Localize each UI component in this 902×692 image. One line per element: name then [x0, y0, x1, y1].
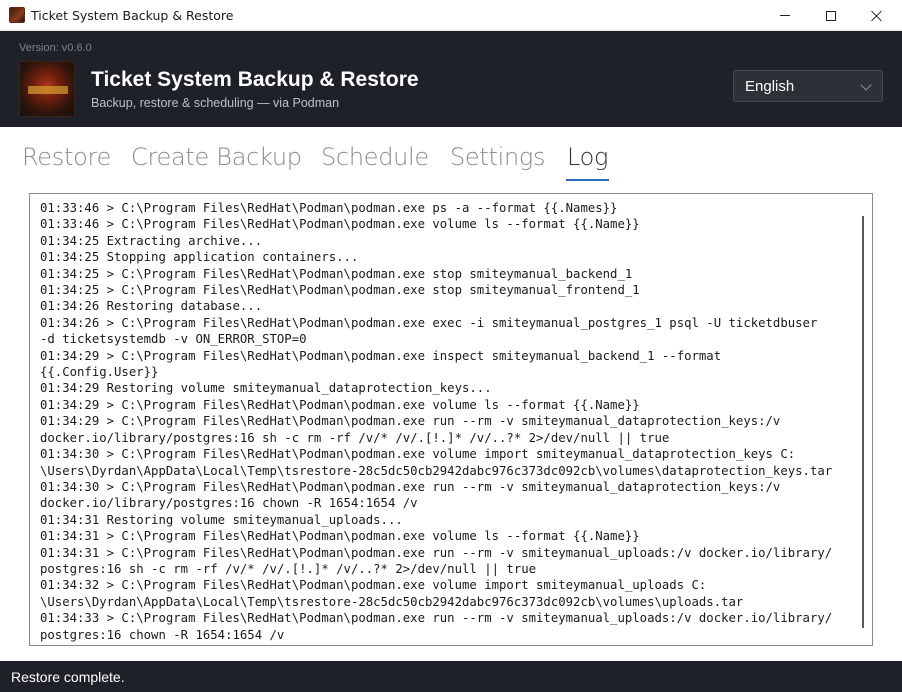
app-header: Version: v0.6.0 Ticket System Backup & R…: [0, 31, 902, 127]
log-line: 01:34:29 Restoring volume smiteymanual_d…: [40, 381, 492, 396]
log-line: 01:34:29 > C:\Program Files\RedHat\Podma…: [40, 414, 781, 429]
log-line: 01:34:31 > C:\Program Files\RedHat\Podma…: [40, 545, 833, 560]
log-line: 01:34:25 Stopping application containers…: [40, 250, 359, 265]
window-titlebar: Ticket System Backup & Restore: [0, 0, 902, 31]
window-title: Ticket System Backup & Restore: [31, 8, 234, 23]
log-line: 01:34:30 > C:\Program Files\RedHat\Podma…: [40, 447, 796, 462]
close-icon: [871, 10, 883, 22]
chevron-down-icon: [860, 79, 872, 91]
log-line: 01:34:25 > C:\Program Files\RedHat\Podma…: [40, 266, 633, 281]
tab-restore[interactable]: Restore: [22, 143, 111, 171]
log-line: 01:33:46 > C:\Program Files\RedHat\Podma…: [40, 201, 618, 215]
log-line: {{.Config.User}}: [40, 365, 159, 380]
log-output[interactable]: 01:33:46 > C:\Program Files\RedHat\Podma…: [29, 193, 873, 646]
version-label: Version: v0.6.0: [19, 42, 92, 54]
language-select[interactable]: English: [733, 70, 883, 102]
log-line: 01:34:29 > C:\Program Files\RedHat\Podma…: [40, 397, 640, 412]
log-line: 01:34:26 > C:\Program Files\RedHat\Podma…: [40, 315, 818, 330]
log-line: 01:34:31 > C:\Program Files\RedHat\Podma…: [40, 529, 640, 544]
log-line: 01:33:46 > C:\Program Files\RedHat\Podma…: [40, 217, 640, 232]
tab-create-backup[interactable]: Create Backup: [131, 143, 302, 171]
log-lines: 01:33:46 > C:\Program Files\RedHat\Podma…: [40, 200, 866, 643]
logo-emblem: [28, 86, 68, 94]
log-line: 01:34:33 > C:\Program Files\RedHat\Podma…: [40, 611, 833, 626]
log-line: 01:34:32 > C:\Program Files\RedHat\Podma…: [40, 578, 707, 593]
log-line: postgres:16 sh -c rm -rf /v/* /v/.[!.]* …: [40, 561, 537, 576]
app-icon: [9, 7, 25, 23]
status-text: Restore complete.: [11, 668, 125, 685]
tab-schedule[interactable]: Schedule: [321, 143, 429, 171]
log-line: 01:34:26 Restoring database...: [40, 299, 263, 314]
minimize-icon: [780, 15, 790, 16]
app-logo: [19, 61, 75, 117]
tab-settings[interactable]: Settings: [450, 143, 546, 171]
log-line: -d ticketsystemdb -v ON_ERROR_STOP=0: [40, 332, 307, 347]
maximize-icon: [826, 10, 836, 21]
close-button[interactable]: [854, 0, 900, 31]
app-title: Ticket System Backup & Restore: [91, 68, 419, 91]
tab-log[interactable]: Log: [567, 143, 608, 171]
log-line: 01:34:25 Extracting archive...: [40, 233, 263, 248]
log-line: 01:34:31 Restoring volume smiteymanual_u…: [40, 512, 403, 527]
log-line: 01:34:30 > C:\Program Files\RedHat\Podma…: [40, 479, 781, 494]
log-line: \Users\Dyrdan\AppData\Local\Temp\tsresto…: [40, 463, 833, 478]
minimize-button[interactable]: [762, 0, 808, 31]
log-line: postgres:16 chown -R 1654:1654 /v: [40, 627, 285, 642]
status-bar: Restore complete.: [0, 661, 902, 692]
language-selected-value: English: [745, 77, 795, 95]
log-line: docker.io/library/postgres:16 sh -c rm -…: [40, 430, 670, 445]
log-scrollbar[interactable]: [862, 216, 864, 628]
maximize-button[interactable]: [808, 0, 854, 31]
log-line: 01:34:29 > C:\Program Files\RedHat\Podma…: [40, 348, 722, 363]
log-line: docker.io/library/postgres:16 chown -R 1…: [40, 496, 418, 511]
app-subtitle: Backup, restore & scheduling — via Podma…: [91, 96, 340, 110]
log-line: 01:34:25 > C:\Program Files\RedHat\Podma…: [40, 283, 640, 298]
log-line: \Users\Dyrdan\AppData\Local\Temp\tsresto…: [40, 594, 744, 609]
active-tab-indicator: [566, 179, 609, 181]
